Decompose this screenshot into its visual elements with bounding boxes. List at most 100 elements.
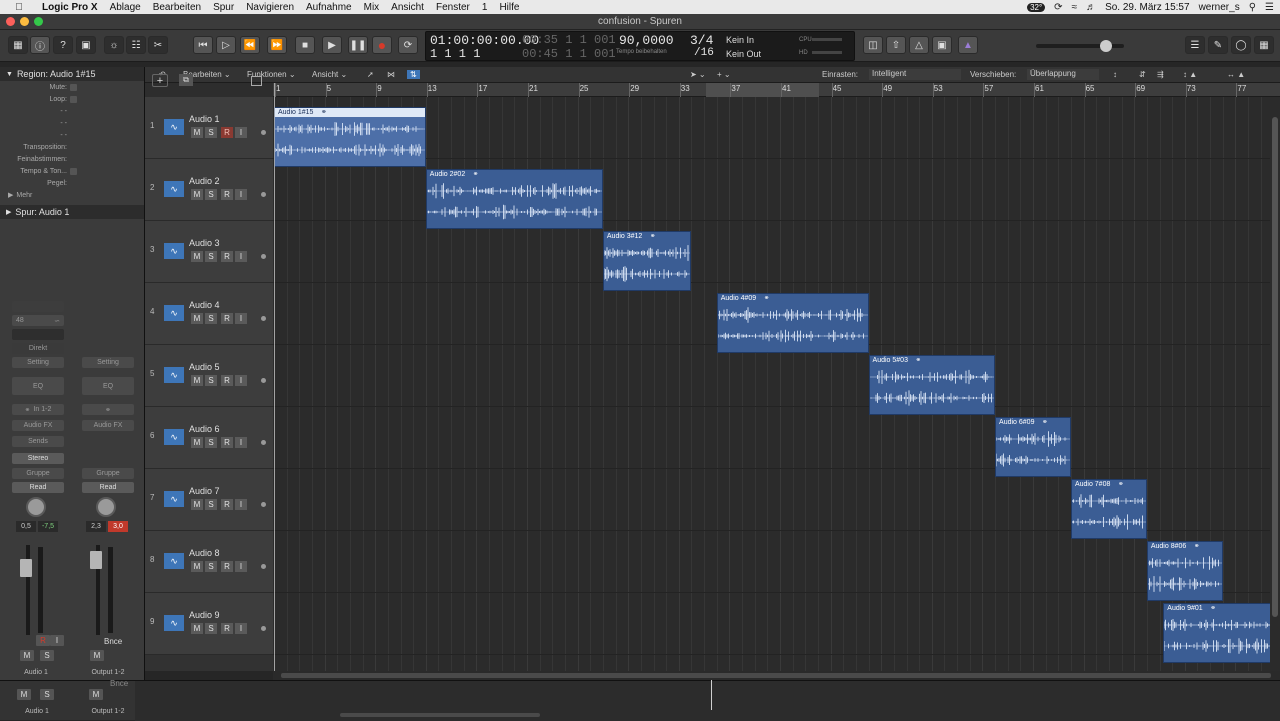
bottom-editor-scroll[interactable]	[340, 713, 540, 717]
bottom-output-mute-button[interactable]: M	[89, 689, 103, 700]
apple-icon[interactable]: 	[12, 2, 26, 13]
rewind-icon[interactable]: ⏪	[240, 36, 260, 54]
mixer-icon[interactable]: ☷	[126, 36, 146, 54]
sync-icon[interactable]: ⟳	[1054, 2, 1062, 13]
catch-icon[interactable]: ⇅	[407, 70, 420, 79]
track-record-button[interactable]: R	[221, 561, 233, 572]
lcd-division[interactable]: /16	[694, 47, 714, 59]
close-window-button[interactable]	[6, 17, 15, 26]
eq-button[interactable]: EQ	[12, 377, 64, 395]
input-monitor-button[interactable]: I	[50, 635, 64, 646]
vertical-scroll-thumb[interactable]	[1272, 117, 1278, 617]
track-name[interactable]: Audio 6	[189, 424, 220, 434]
audio-fx-slot[interactable]: Audio FX	[82, 420, 134, 431]
track-mute-button[interactable]: M	[191, 189, 203, 200]
menu-spur[interactable]: Spur	[213, 2, 234, 13]
track-solo-button[interactable]: S	[205, 251, 217, 262]
track-record-button[interactable]: R	[221, 437, 233, 448]
audio-region-2[interactable]: Audio 2#02 ⚭	[425, 169, 603, 229]
automation-icon[interactable]: ➚	[367, 70, 374, 79]
lcd-tempo[interactable]: 90,0000	[619, 33, 674, 48]
flex-icon[interactable]: ⋈	[387, 70, 395, 79]
track-input-monitor-button[interactable]: I	[235, 561, 247, 572]
stop-icon[interactable]: ■	[295, 36, 315, 54]
automation-mode-button[interactable]: Read	[82, 482, 134, 493]
track-solo-button[interactable]: S	[205, 499, 217, 510]
track-mute-button[interactable]: M	[191, 251, 203, 262]
track-inspector-header[interactable]: ▶ Spur: Audio 1	[0, 205, 144, 219]
disclosure-triangle-icon[interactable]: ▼	[6, 71, 13, 78]
audio-waveform-icon[interactable]: ∿	[164, 491, 184, 507]
menu-navigieren[interactable]: Navigieren	[246, 2, 294, 13]
track-header-7[interactable]: 7 ∿ Audio 7 MSRI	[145, 469, 273, 531]
menu-bearbeiten[interactable]: Bearbeiten	[153, 2, 201, 13]
audio-waveform-icon[interactable]: ∿	[164, 305, 184, 321]
track-input-monitor-button[interactable]: I	[235, 313, 247, 324]
solo-button[interactable]: S	[40, 650, 54, 661]
track-header-2[interactable]: 2 ∿ Audio 2 MSRI	[145, 159, 273, 221]
group-slot[interactable]: Gruppe	[12, 468, 64, 479]
track-input-monitor-button[interactable]: I	[235, 623, 247, 634]
track-solo-button[interactable]: S	[205, 623, 217, 634]
vertical-scrollbar[interactable]	[1270, 97, 1280, 671]
menu-hilfe[interactable]: Hilfe	[499, 2, 519, 13]
record-enable-button[interactable]: R	[36, 635, 50, 646]
lcd-signature[interactable]: 3/4	[690, 33, 713, 48]
track-record-button[interactable]: R	[221, 189, 233, 200]
master-volume-slider[interactable]	[1036, 40, 1124, 52]
setting-button[interactable]: Setting	[12, 357, 64, 368]
vertical-zoom-icon[interactable]: ⇵	[1139, 70, 1146, 79]
track-record-button[interactable]: R	[221, 623, 233, 634]
track-mute-button[interactable]: M	[191, 561, 203, 572]
mute-button[interactable]: M	[90, 650, 104, 661]
track-header-4[interactable]: 4 ∿ Audio 4 MSRI	[145, 283, 273, 345]
editors-icon[interactable]: ✂	[148, 36, 168, 54]
drag-select[interactable]: Überlappung	[1027, 69, 1099, 80]
disclosure-triangle-icon[interactable]: ▶	[8, 191, 13, 199]
horizontal-scroll-thumb[interactable]	[281, 673, 1271, 678]
menu-view[interactable]: Ansicht ⌄	[312, 70, 347, 79]
horizontal-scrollbar[interactable]	[273, 671, 1280, 680]
pencil-tool-icon[interactable]: + ⌄	[717, 70, 731, 79]
menu-aufnahme[interactable]: Aufnahme	[306, 2, 352, 13]
param-finetune[interactable]: Feinabstimmen:	[0, 153, 144, 165]
notification-icon[interactable]: ☰	[1265, 2, 1274, 13]
disclosure-triangle-icon[interactable]: ▶	[6, 208, 11, 216]
audio-waveform-icon[interactable]: ∿	[164, 243, 184, 259]
track-solo-button[interactable]: S	[205, 561, 217, 572]
track-name[interactable]: Audio 4	[189, 300, 220, 310]
notepad-icon[interactable]: ✎	[1208, 36, 1228, 54]
help-icon[interactable]: ?	[53, 36, 73, 54]
eq-button[interactable]: EQ	[82, 377, 134, 395]
track-header-5[interactable]: 5 ∿ Audio 5 MSRI	[145, 345, 273, 407]
track-record-button[interactable]: R	[221, 127, 233, 138]
menu-datetime[interactable]: So. 29. März 15:57	[1105, 2, 1190, 13]
track-solo-button[interactable]: S	[205, 375, 217, 386]
track-record-button[interactable]: R	[221, 313, 233, 324]
pan-knob[interactable]	[26, 497, 46, 517]
play-icon[interactable]: ▶	[322, 36, 342, 54]
link-button[interactable]: ⚭	[82, 404, 134, 415]
track-name[interactable]: Audio 7	[189, 486, 220, 496]
duplicate-track-icon[interactable]: ⧉	[179, 74, 193, 86]
bounce-icon[interactable]: ⇧	[886, 36, 906, 54]
waveform-zoom-icon[interactable]: ↕	[1113, 70, 1117, 79]
menu-app[interactable]: Logic Pro X	[42, 2, 98, 13]
list-editors-icon[interactable]: ☰	[1185, 36, 1205, 54]
param-tempo-pitch[interactable]: Tempo & Ton...	[0, 165, 144, 177]
bottom-editor-area[interactable]	[135, 681, 1280, 721]
sends-slot[interactable]: Sends	[12, 436, 64, 447]
audio-waveform-icon[interactable]: ∿	[164, 119, 184, 135]
param-loop[interactable]: Loop:	[0, 93, 144, 105]
audio-region-4[interactable]: Audio 4#09 ⚭	[716, 293, 869, 353]
tuning-icon[interactable]: ▲	[958, 36, 978, 54]
track-input-monitor-button[interactable]: I	[235, 189, 247, 200]
audio-region-6[interactable]: Audio 6#09 ⚭	[995, 417, 1071, 477]
tempo-pitch-checkbox[interactable]	[70, 168, 77, 175]
loop-browser-icon[interactable]: ◯	[1231, 36, 1251, 54]
zoom-window-button[interactable]	[34, 17, 43, 26]
inspector-icon[interactable]: ⓘ	[30, 36, 50, 54]
audio-region-8[interactable]: Audio 8#06 ⚭	[1146, 541, 1223, 601]
bottom-mute-button[interactable]: M	[17, 689, 31, 700]
global-tracks-icon[interactable]	[251, 76, 262, 86]
